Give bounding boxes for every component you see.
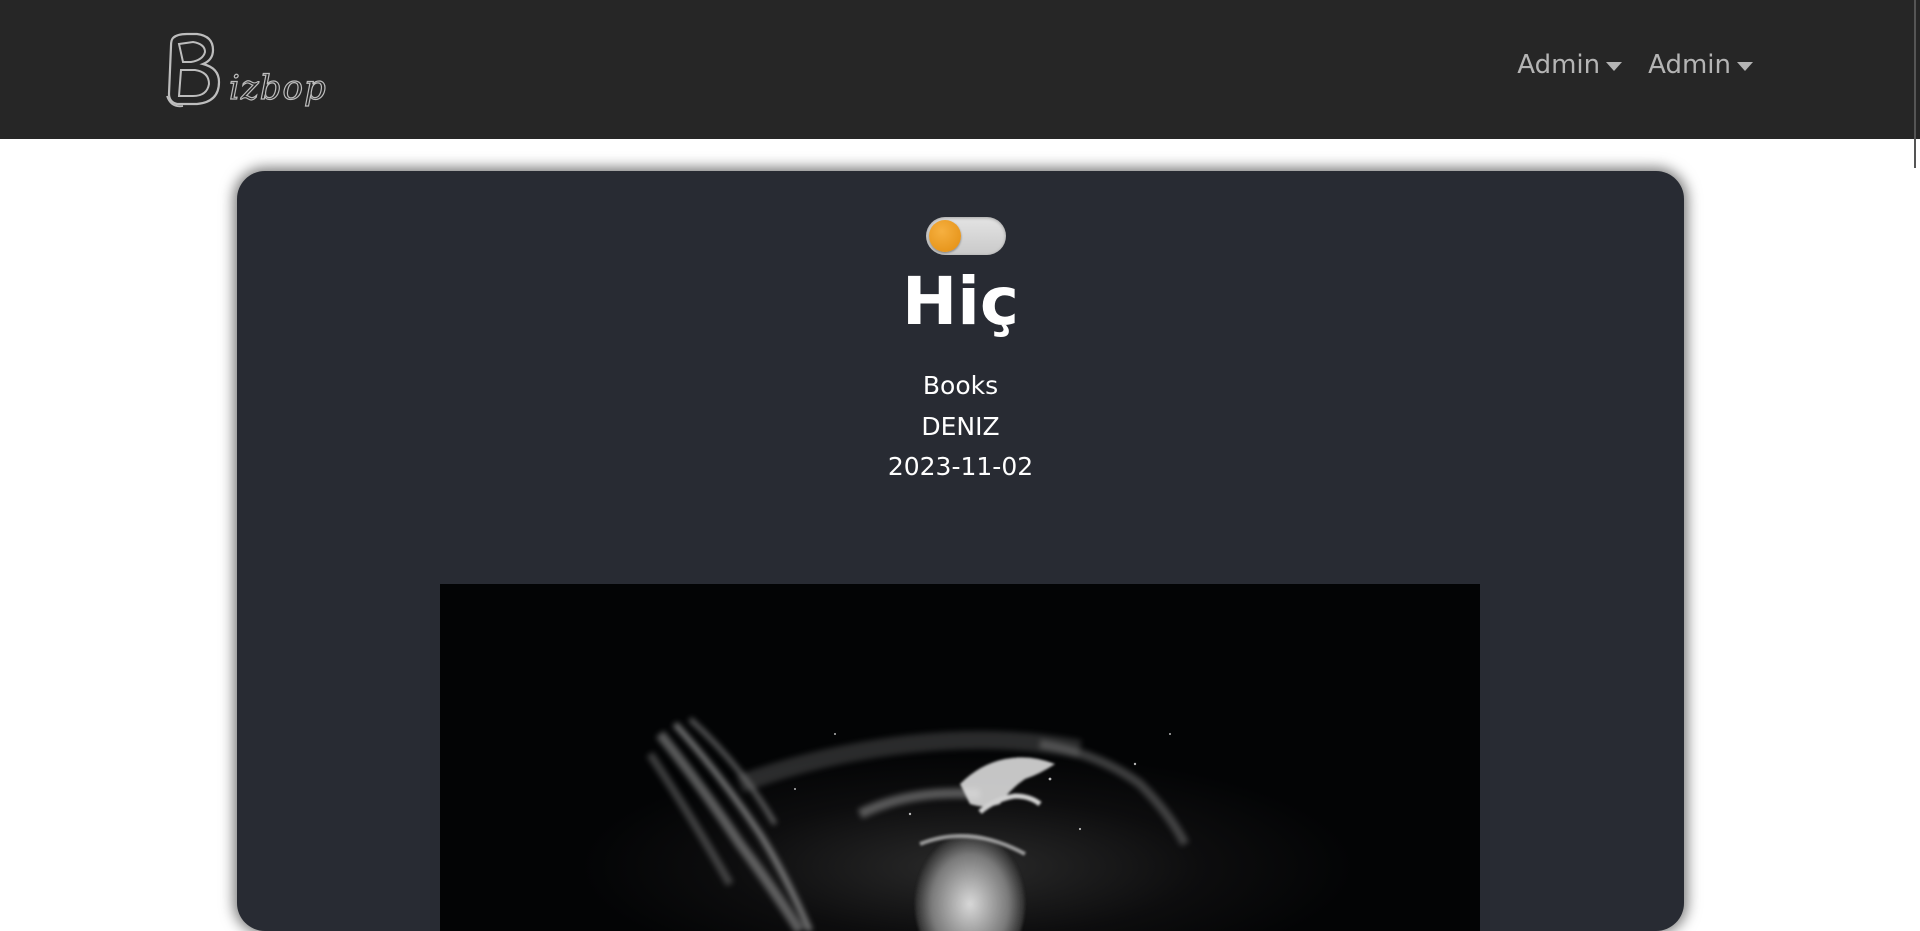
admin-dropdown-1[interactable]: Admin: [1517, 50, 1623, 80]
post-card: Hiç Books DENIZ 2023-11-02: [237, 171, 1684, 931]
admin-dropdown-label: Admin: [1648, 50, 1731, 80]
admin-dropdown-2[interactable]: Admin: [1648, 50, 1753, 80]
b-letter-logo-icon: [166, 32, 221, 108]
brand-name: izbop: [228, 67, 327, 108]
brand-logo-link[interactable]: izbop: [163, 26, 327, 110]
toggle-knob-icon: [929, 220, 961, 252]
post-author: DENIZ: [921, 412, 1000, 441]
caret-down-icon: [1737, 62, 1753, 71]
scrollbar[interactable]: [1914, 0, 1916, 168]
top-navbar: izbop Admin Admin: [0, 0, 1920, 139]
theme-toggle-switch[interactable]: [926, 217, 1006, 255]
post-category: Books: [922, 371, 999, 400]
caret-down-icon: [1606, 62, 1623, 71]
post-date: 2023-11-02: [887, 452, 1034, 481]
nav-menu: Admin Admin: [1517, 50, 1753, 80]
post-title: Hiç: [902, 263, 1019, 340]
admin-dropdown-label: Admin: [1517, 50, 1601, 80]
dancer-photo-illustration: [440, 584, 1480, 931]
post-cover-image: [440, 584, 1480, 931]
